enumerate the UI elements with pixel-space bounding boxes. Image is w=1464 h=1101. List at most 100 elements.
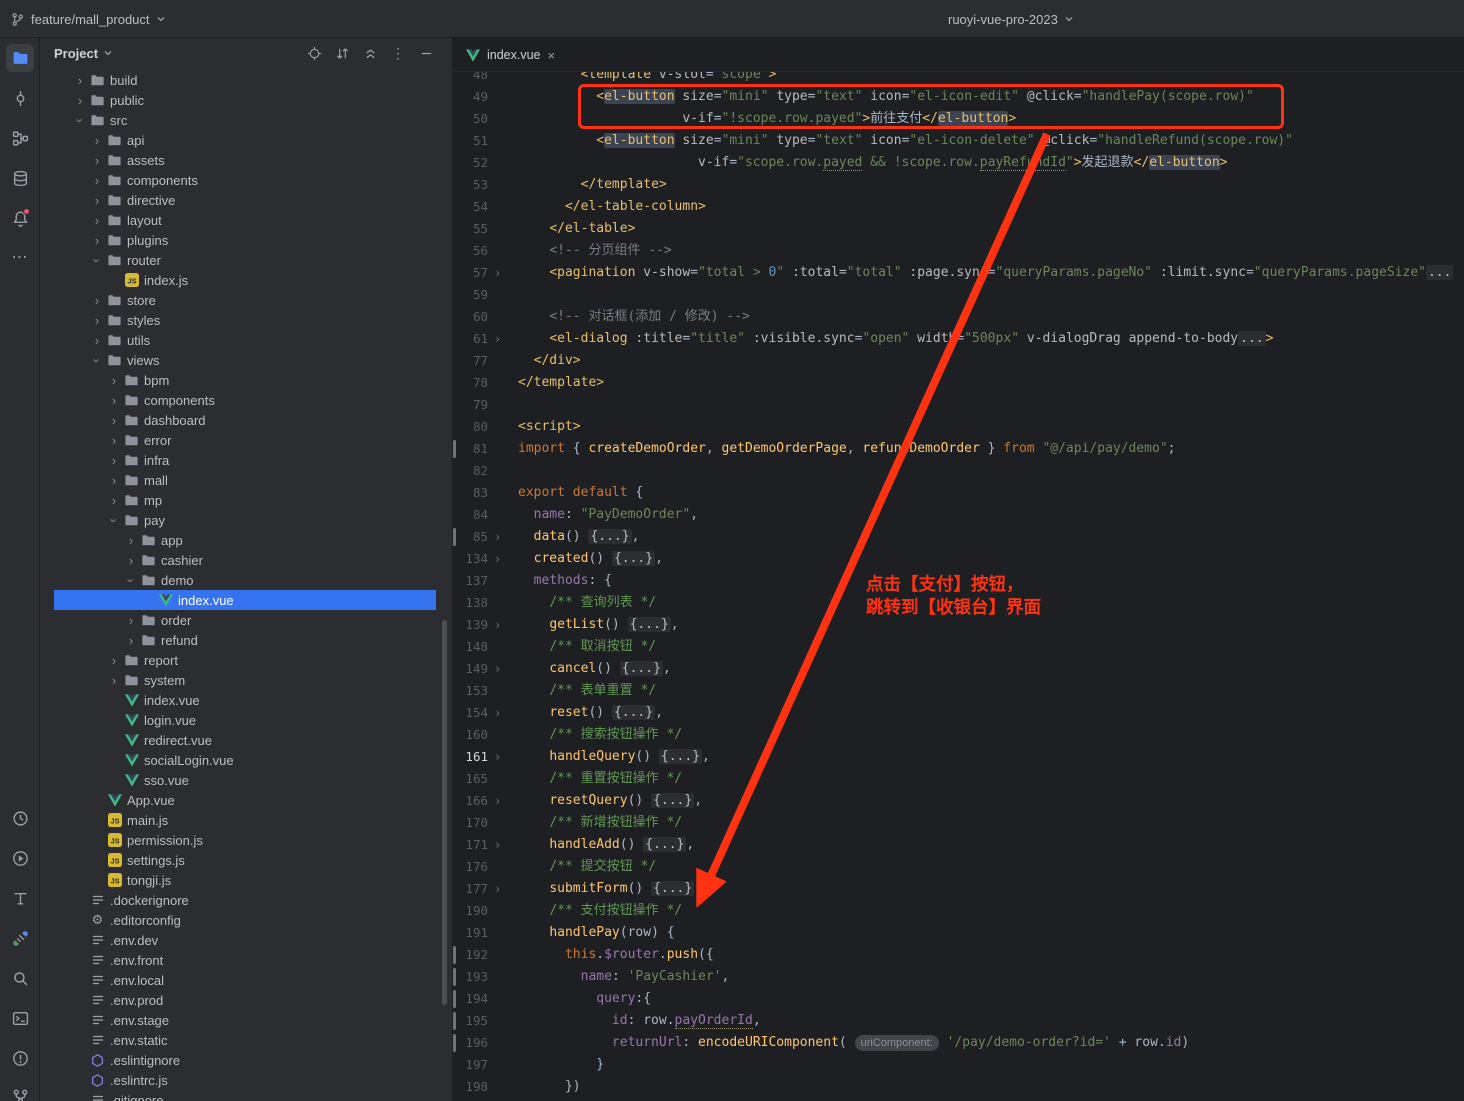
- structure-icon[interactable]: [6, 124, 34, 152]
- notifications-icon[interactable]: [6, 204, 34, 232]
- run-icon[interactable]: [6, 844, 34, 872]
- tree-item-assets[interactable]: ›assets: [54, 150, 436, 170]
- code-line-57[interactable]: 57› <pagination v-show="total > 0" :tota…: [452, 262, 1464, 284]
- chevron-collapsed-icon[interactable]: ›: [89, 194, 105, 207]
- code-line-160[interactable]: 160 /** 搜索按钮操作 */: [452, 724, 1464, 746]
- tree-item-order[interactable]: ›order: [54, 610, 436, 630]
- code-line-170[interactable]: 170 /** 新增按钮操作 */: [452, 812, 1464, 834]
- code-line-171[interactable]: 171› handleAdd() {...},: [452, 834, 1464, 856]
- tree-item-settings.js[interactable]: JSsettings.js: [54, 850, 436, 870]
- tree-item-.env.stage[interactable]: .env.stage: [54, 1010, 436, 1030]
- code-line-52[interactable]: 52 v-if="scope.row.payed && !scope.row.p…: [452, 152, 1464, 174]
- chevron-expanded-icon[interactable]: ›: [74, 112, 87, 128]
- tree-item-public[interactable]: ›public: [54, 90, 436, 110]
- tree-item-utils[interactable]: ›utils: [54, 330, 436, 350]
- fold-arrow-icon[interactable]: ›: [494, 834, 501, 856]
- hide-icon[interactable]: [418, 45, 434, 61]
- tree-item-.env.local[interactable]: .env.local: [54, 970, 436, 990]
- code-line-198[interactable]: 198 }): [452, 1076, 1464, 1098]
- git-branch-widget[interactable]: feature/mall_product: [10, 0, 166, 38]
- tree-item-permission.js[interactable]: JSpermission.js: [54, 830, 436, 850]
- code-line-197[interactable]: 197 }: [452, 1054, 1464, 1076]
- history-icon[interactable]: [6, 804, 34, 832]
- chevron-collapsed-icon[interactable]: ›: [89, 334, 105, 347]
- code-line-77[interactable]: 77 </div>: [452, 350, 1464, 372]
- chevron-collapsed-icon[interactable]: ›: [89, 214, 105, 227]
- code-line-154[interactable]: 154› reset() {...},: [452, 702, 1464, 724]
- tree-item-views[interactable]: ›views: [54, 350, 436, 370]
- project-scrollbar[interactable]: [442, 620, 447, 1005]
- code-line-49[interactable]: 49 <el-button size="mini" type="text" ic…: [452, 86, 1464, 108]
- tree-item-.env.dev[interactable]: .env.dev: [54, 930, 436, 950]
- collapse-icon[interactable]: [362, 45, 378, 61]
- code-line-190[interactable]: 190 /** 支付按钮操作 */: [452, 900, 1464, 922]
- code-line-148[interactable]: 148 /** 取消按钮 */: [452, 636, 1464, 658]
- code-line-166[interactable]: 166› resetQuery() {...},: [452, 790, 1464, 812]
- tree-item-styles[interactable]: ›styles: [54, 310, 436, 330]
- more-icon[interactable]: ⋯: [6, 244, 34, 272]
- code-line-161[interactable]: 161› handleQuery() {...},: [452, 746, 1464, 768]
- chevron-collapsed-icon[interactable]: ›: [106, 414, 122, 427]
- tree-item-cashier[interactable]: ›cashier: [54, 550, 436, 570]
- code-line-51[interactable]: 51 <el-button size="mini" type="text" ic…: [452, 130, 1464, 152]
- code-line-53[interactable]: 53 </template>: [452, 174, 1464, 196]
- code-line-61[interactable]: 61› <el-dialog :title="title" :visible.s…: [452, 328, 1464, 350]
- chevron-collapsed-icon[interactable]: ›: [106, 654, 122, 667]
- chevron-collapsed-icon[interactable]: ›: [106, 394, 122, 407]
- code-line-78[interactable]: 78</template>: [452, 372, 1464, 394]
- chevron-collapsed-icon[interactable]: ›: [89, 154, 105, 167]
- code-line-82[interactable]: 82: [452, 460, 1464, 482]
- problems-icon[interactable]: [6, 1044, 34, 1072]
- tree-item-components[interactable]: ›components: [54, 170, 436, 190]
- fold-arrow-icon[interactable]: ›: [494, 526, 501, 548]
- close-icon[interactable]: ×: [548, 49, 556, 62]
- code-line-192[interactable]: 192 this.$router.push({: [452, 944, 1464, 966]
- code-line-196[interactable]: 196 returnUrl: encodeURIComponent( uriCo…: [452, 1032, 1464, 1054]
- code-line-54[interactable]: 54 </el-table-column>: [452, 196, 1464, 218]
- sort-icon[interactable]: [334, 45, 350, 61]
- chevron-collapsed-icon[interactable]: ›: [106, 494, 122, 507]
- tree-item-bpm[interactable]: ›bpm: [54, 370, 436, 390]
- code-line-194[interactable]: 194 query:{: [452, 988, 1464, 1010]
- tree-item-.editorconfig[interactable]: ⚙.editorconfig: [54, 910, 436, 930]
- code-line-165[interactable]: 165 /** 重置按钮操作 */: [452, 768, 1464, 790]
- fold-arrow-icon[interactable]: ›: [494, 614, 501, 636]
- chevron-collapsed-icon[interactable]: ›: [72, 94, 88, 107]
- chevron-collapsed-icon[interactable]: ›: [106, 374, 122, 387]
- tree-item-report[interactable]: ›report: [54, 650, 436, 670]
- code-line-59[interactable]: 59: [452, 284, 1464, 306]
- chevron-expanded-icon[interactable]: ›: [108, 512, 121, 528]
- code-line-138[interactable]: 138 /** 查询列表 */: [452, 592, 1464, 614]
- plugins-icon[interactable]: [6, 924, 34, 952]
- tree-item-system[interactable]: ›system: [54, 670, 436, 690]
- tree-item-App.vue[interactable]: App.vue: [54, 790, 436, 810]
- tree-item-.env.front[interactable]: .env.front: [54, 950, 436, 970]
- code-line-56[interactable]: 56 <!-- 分页组件 -->: [452, 240, 1464, 262]
- git-icon[interactable]: [6, 1082, 34, 1101]
- project-icon[interactable]: [6, 44, 34, 72]
- tree-item-layout[interactable]: ›layout: [54, 210, 436, 230]
- tree-item-dashboard[interactable]: ›dashboard: [54, 410, 436, 430]
- chevron-collapsed-icon[interactable]: ›: [72, 74, 88, 87]
- project-name-widget[interactable]: ruoyi-vue-pro-2023: [948, 0, 1074, 38]
- tree-item-.env.prod[interactable]: .env.prod: [54, 990, 436, 1010]
- kebab-icon[interactable]: ⋮: [390, 45, 406, 61]
- tree-item-plugins[interactable]: ›plugins: [54, 230, 436, 250]
- tree-item-.gitignore[interactable]: .gitignore: [54, 1090, 436, 1101]
- project-panel-title[interactable]: Project: [54, 46, 98, 61]
- chevron-collapsed-icon[interactable]: ›: [106, 434, 122, 447]
- tree-item-error[interactable]: ›error: [54, 430, 436, 450]
- tree-item-mp[interactable]: ›mp: [54, 490, 436, 510]
- fold-arrow-icon[interactable]: ›: [494, 790, 501, 812]
- tree-item-tongji.js[interactable]: JStongji.js: [54, 870, 436, 890]
- chevron-collapsed-icon[interactable]: ›: [123, 554, 139, 567]
- chevron-expanded-icon[interactable]: ›: [91, 352, 104, 368]
- chevron-collapsed-icon[interactable]: ›: [89, 234, 105, 247]
- code-line-193[interactable]: 193 name: 'PayCashier',: [452, 966, 1464, 988]
- terminal-icon[interactable]: [6, 1004, 34, 1032]
- code-line-195[interactable]: 195 id: row.payOrderId,: [452, 1010, 1464, 1032]
- tree-item-directive[interactable]: ›directive: [54, 190, 436, 210]
- tree-item-src[interactable]: ›src: [54, 110, 436, 130]
- tree-item-login.vue[interactable]: login.vue: [54, 710, 436, 730]
- code-line-60[interactable]: 60 <!-- 对话框(添加 / 修改) -->: [452, 306, 1464, 328]
